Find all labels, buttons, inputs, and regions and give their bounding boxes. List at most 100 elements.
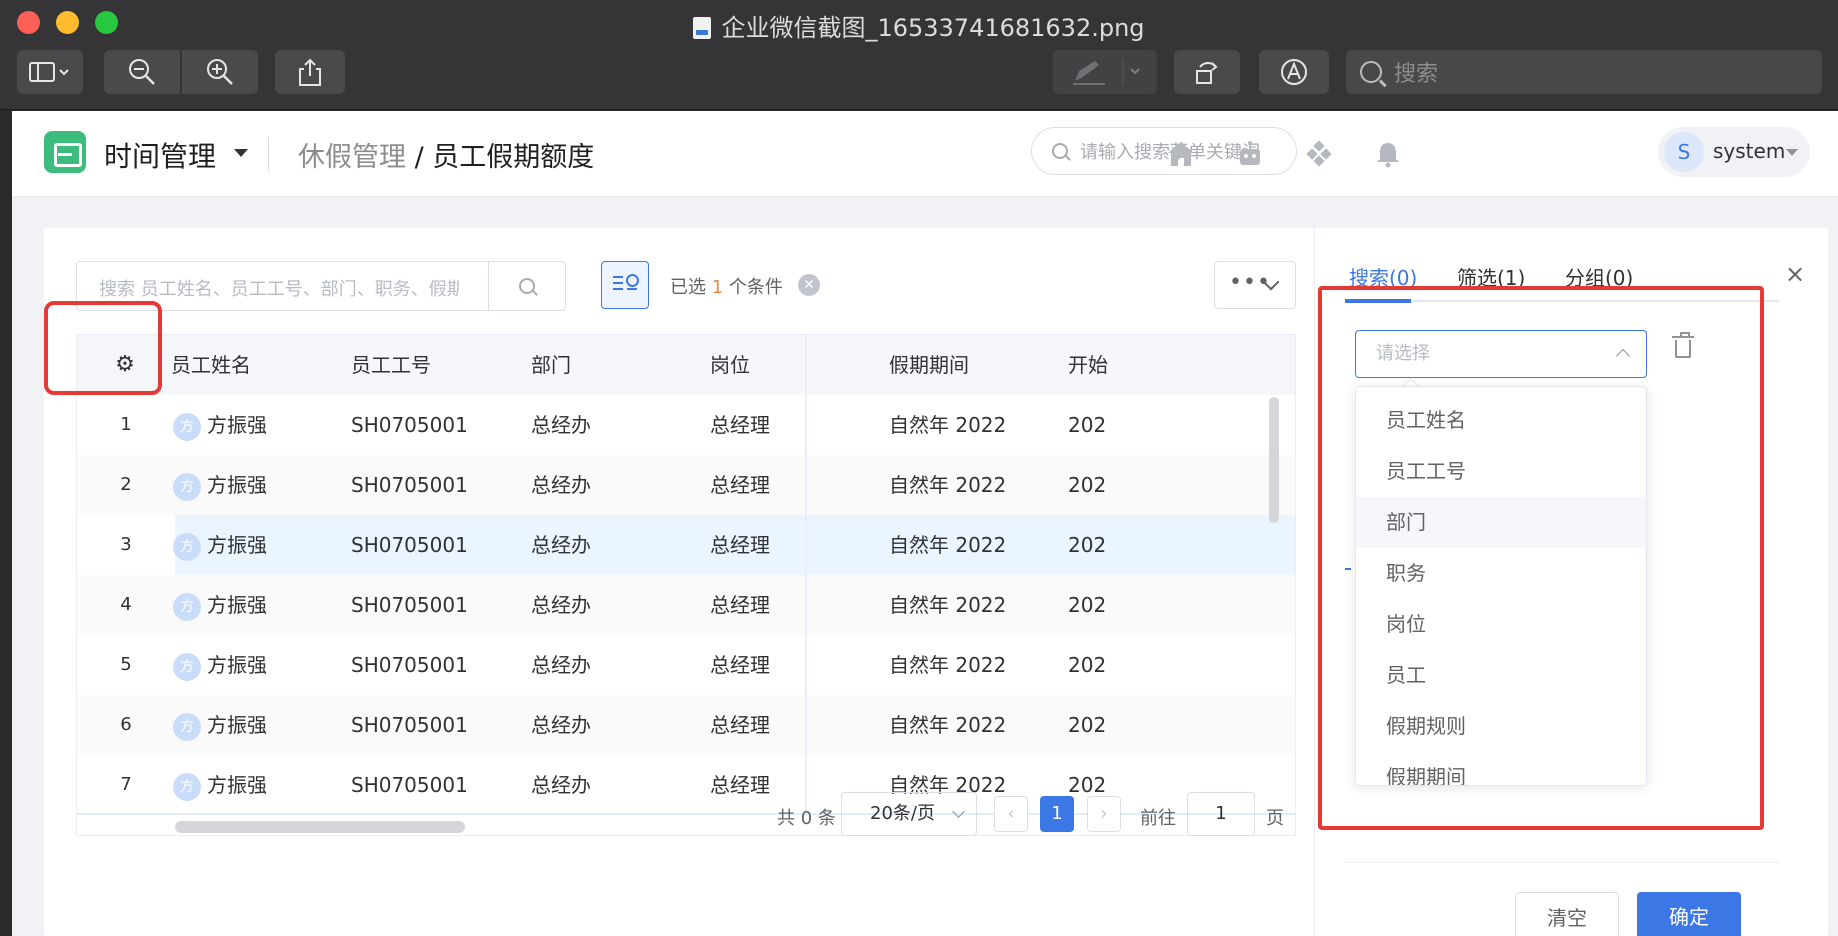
cell-period: 自然年 2022 bbox=[889, 653, 1007, 677]
zoom-in-icon bbox=[207, 59, 233, 85]
more-actions-button[interactable]: ••• bbox=[1214, 261, 1296, 309]
home-icon[interactable] bbox=[1166, 139, 1196, 169]
document-icon bbox=[693, 17, 712, 39]
header-divider bbox=[268, 137, 269, 171]
preview-window: 企业微信截图_16533741681632.png 搜索 时间管理 休假管理 /… bbox=[0, 0, 1838, 936]
cell-post: 总经理 bbox=[710, 413, 770, 437]
goto-label: 前往 bbox=[1140, 808, 1176, 829]
app-switch-caret-icon[interactable] bbox=[234, 149, 248, 157]
table-row[interactable]: 5 方振强 SH0705001 总经办 总经理 自然年 2022 202 方 bbox=[77, 635, 1295, 695]
cell-dept: 总经办 bbox=[531, 653, 591, 677]
annotate-button[interactable] bbox=[1259, 50, 1329, 94]
confirm-button[interactable]: 确定 bbox=[1637, 892, 1741, 936]
bell-icon[interactable] bbox=[1373, 139, 1403, 169]
cell-id: SH0705001 bbox=[351, 533, 468, 557]
pen-icon bbox=[1073, 59, 1140, 85]
selected-conditions-text: 已选 1 个条件 bbox=[670, 277, 783, 298]
cell-start: 202 bbox=[1068, 653, 1107, 677]
panel-footer-divider bbox=[1345, 862, 1779, 863]
column-header-name[interactable]: 员工姓名 bbox=[171, 335, 251, 395]
cell-dept: 总经办 bbox=[531, 473, 591, 497]
robot-icon[interactable] bbox=[1235, 139, 1265, 169]
row-number: 1 bbox=[77, 395, 175, 455]
search-button[interactable] bbox=[489, 262, 565, 310]
window-search-field[interactable]: 搜索 bbox=[1346, 50, 1822, 94]
column-header-dept[interactable]: 部门 bbox=[531, 335, 571, 395]
breadcrumb: 休假管理 / 员工假期额度 bbox=[298, 135, 594, 174]
markup-button[interactable] bbox=[1053, 50, 1157, 94]
table-row[interactable]: 3 方振强 SH0705001 总经办 总经理 自然年 2022 202 方 bbox=[77, 515, 1295, 575]
cell-name: 方振强 bbox=[207, 713, 267, 737]
clear-button[interactable]: 清空 bbox=[1515, 892, 1619, 936]
user-name: system bbox=[1713, 139, 1786, 163]
cell-name: 方振强 bbox=[207, 653, 267, 677]
cell-id: SH0705001 bbox=[351, 413, 468, 437]
annotate-icon bbox=[1281, 59, 1307, 85]
column-divider bbox=[805, 335, 807, 815]
cell-id: SH0705001 bbox=[351, 773, 468, 797]
cell-start: 202 bbox=[1068, 533, 1107, 557]
share-icon bbox=[299, 58, 321, 86]
table-header: ⚙ 员工姓名 员工工号 部门 岗位 假期期间 开始 bbox=[77, 335, 1295, 395]
breadcrumb-parent[interactable]: 休假管理 bbox=[298, 142, 406, 173]
advanced-filter-button[interactable] bbox=[601, 261, 649, 309]
zoom-out-button[interactable] bbox=[104, 50, 180, 94]
goto-page-input[interactable]: 1 bbox=[1187, 792, 1255, 836]
cell-id: SH0705001 bbox=[351, 713, 468, 737]
next-page-button[interactable]: › bbox=[1087, 796, 1121, 832]
app-name[interactable]: 时间管理 bbox=[104, 135, 216, 175]
cell-name: 方振强 bbox=[207, 593, 267, 617]
zoom-in-button[interactable] bbox=[182, 50, 258, 94]
sidebar-icon bbox=[29, 62, 69, 82]
column-header-start[interactable]: 开始 bbox=[1068, 335, 1108, 395]
column-header-post[interactable]: 岗位 bbox=[710, 335, 750, 395]
row-number: 6 bbox=[77, 695, 175, 755]
prev-page-button[interactable]: ‹ bbox=[994, 796, 1028, 832]
cell-dept: 总经办 bbox=[531, 593, 591, 617]
close-icon[interactable]: × bbox=[1785, 260, 1805, 288]
avatar: 方 bbox=[173, 413, 201, 441]
row-number: 4 bbox=[77, 575, 175, 635]
cell-period: 自然年 2022 bbox=[889, 413, 1007, 437]
cell-period: 自然年 2022 bbox=[889, 533, 1007, 557]
cell-post: 总经理 bbox=[710, 773, 770, 797]
cell-id: SH0705001 bbox=[351, 473, 468, 497]
rotate-button[interactable] bbox=[1174, 50, 1240, 94]
cell-name: 方振强 bbox=[207, 473, 267, 497]
breadcrumb-separator: / bbox=[406, 142, 433, 173]
cell-id: SH0705001 bbox=[351, 593, 468, 617]
cell-start: 202 bbox=[1068, 473, 1107, 497]
data-table: ⚙ 员工姓名 员工工号 部门 岗位 假期期间 开始 1 方振强 SH0705001 总… bbox=[76, 334, 1296, 836]
clear-conditions-icon[interactable]: ✕ bbox=[798, 274, 820, 296]
cell-dept: 总经办 bbox=[531, 773, 591, 797]
user-menu[interactable]: S system bbox=[1658, 127, 1810, 177]
annotation-highlight-settings bbox=[44, 301, 162, 395]
window-titlebar: 企业微信截图_16533741681632.png 搜索 bbox=[0, 0, 1838, 110]
column-header-id[interactable]: 员工工号 bbox=[351, 335, 431, 395]
cell-name: 方振强 bbox=[207, 413, 267, 437]
page-size-select[interactable]: 20条/页 bbox=[841, 792, 977, 836]
table-row[interactable]: 2 方振强 SH0705001 总经办 总经理 自然年 2022 202 方 bbox=[77, 455, 1295, 515]
chevron-down-icon bbox=[1786, 149, 1798, 156]
table-row[interactable]: 6 方振强 SH0705001 总经办 总经理 自然年 2022 202 方 bbox=[77, 695, 1295, 755]
breadcrumb-current: 员工假期额度 bbox=[432, 142, 595, 173]
column-header-period[interactable]: 假期期间 bbox=[889, 335, 969, 395]
cell-post: 总经理 bbox=[710, 593, 770, 617]
table-row[interactable]: 1 方振强 SH0705001 总经办 总经理 自然年 2022 202 方 bbox=[77, 395, 1295, 455]
cell-period: 自然年 2022 bbox=[889, 713, 1007, 737]
cell-dept: 总经办 bbox=[531, 533, 591, 557]
cell-post: 总经理 bbox=[710, 473, 770, 497]
vertical-scrollbar[interactable] bbox=[1269, 397, 1279, 523]
current-page-button[interactable]: 1 bbox=[1040, 796, 1074, 832]
avatar: S bbox=[1664, 132, 1704, 172]
apps-grid-icon[interactable] bbox=[1304, 139, 1334, 169]
cell-dept: 总经办 bbox=[531, 413, 591, 437]
window-title: 企业微信截图_16533741681632.png bbox=[0, 8, 1838, 43]
table-row[interactable]: 4 方振强 SH0705001 总经办 总经理 自然年 2022 202 方 bbox=[77, 575, 1295, 635]
horizontal-scrollbar[interactable] bbox=[175, 821, 465, 833]
annotation-highlight-dropdown bbox=[1318, 286, 1764, 830]
share-button[interactable] bbox=[275, 50, 345, 94]
avatar: 方 bbox=[173, 653, 201, 681]
pagination-total: 共 0 条 bbox=[777, 808, 836, 829]
sidebar-toggle-button[interactable] bbox=[17, 50, 83, 94]
